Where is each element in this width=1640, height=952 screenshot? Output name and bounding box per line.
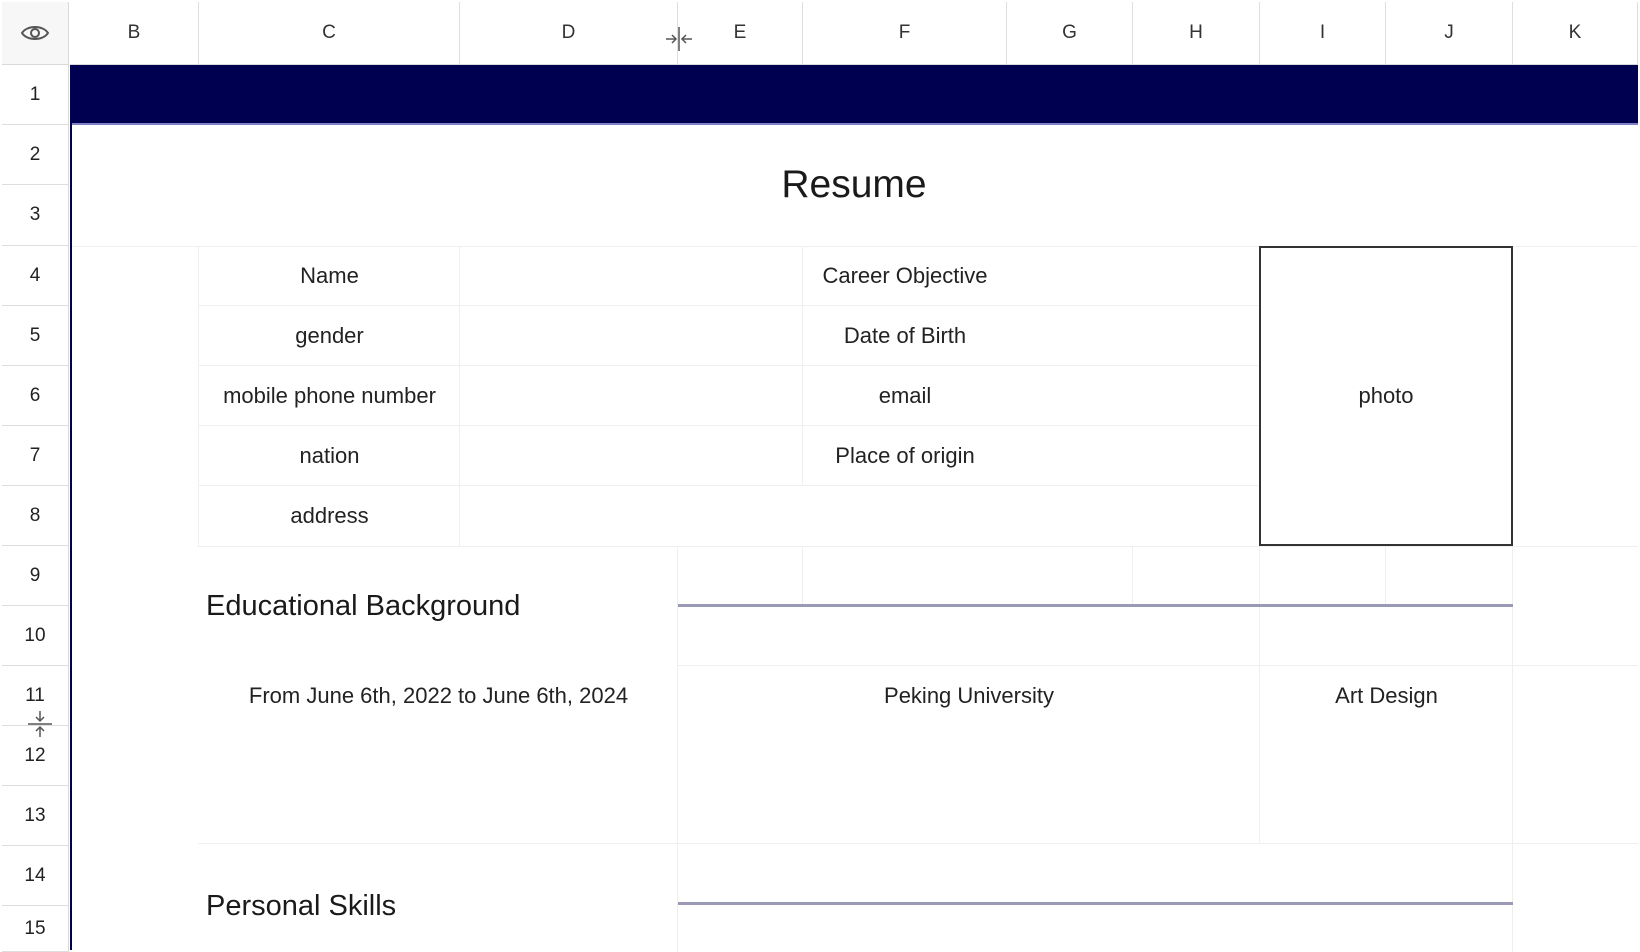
select-all-corner[interactable]: [2, 2, 69, 65]
mobile-label[interactable]: mobile phone number: [199, 366, 460, 426]
eye-icon[interactable]: [20, 23, 50, 43]
column-header-e[interactable]: E: [678, 2, 803, 65]
resume-title[interactable]: Resume: [70, 125, 1638, 245]
skills-divider: [678, 902, 1513, 905]
column-header-f[interactable]: F: [803, 2, 1007, 65]
column-resize-icon[interactable]: [664, 25, 694, 53]
email-label[interactable]: email: [803, 366, 1007, 426]
row-header-9[interactable]: 9: [2, 546, 69, 606]
spreadsheet: B C D E F G H I J K 1 2 3 4 5 6 7 8 9 10…: [0, 0, 1640, 952]
row-header-2[interactable]: 2: [2, 125, 69, 185]
education-school[interactable]: Peking University: [678, 666, 1260, 726]
row-header-5[interactable]: 5: [2, 306, 69, 366]
column-header-h[interactable]: H: [1133, 2, 1260, 65]
education-divider: [678, 604, 1513, 607]
row-header-4[interactable]: 4: [2, 246, 69, 306]
date-of-birth-label[interactable]: Date of Birth: [803, 306, 1007, 366]
row-header-15[interactable]: 15: [2, 906, 69, 952]
row-header-7[interactable]: 7: [2, 426, 69, 486]
photo-box[interactable]: photo: [1259, 246, 1513, 546]
career-objective-label[interactable]: Career Objective: [803, 246, 1007, 306]
education-major[interactable]: Art Design: [1260, 666, 1513, 726]
skills-heading[interactable]: Personal Skills: [206, 876, 676, 936]
row-header-3[interactable]: 3: [2, 185, 69, 246]
row-header-10[interactable]: 10: [2, 606, 69, 666]
column-header-d[interactable]: D: [460, 2, 678, 65]
place-of-origin-label[interactable]: Place of origin: [803, 426, 1007, 486]
name-label[interactable]: Name: [199, 246, 460, 306]
education-period[interactable]: From June 6th, 2022 to June 6th, 2024: [199, 666, 678, 726]
address-label[interactable]: address: [199, 486, 460, 546]
column-header-b[interactable]: B: [70, 2, 199, 65]
row-header-8[interactable]: 8: [2, 486, 69, 546]
column-header-i[interactable]: I: [1260, 2, 1386, 65]
header-banner[interactable]: [70, 65, 1638, 125]
column-header-k[interactable]: K: [1513, 2, 1638, 65]
gender-label[interactable]: gender: [199, 306, 460, 366]
column-header-c[interactable]: C: [199, 2, 460, 65]
nation-label[interactable]: nation: [199, 426, 460, 486]
row-header-6[interactable]: 6: [2, 366, 69, 426]
row-header-14[interactable]: 14: [2, 846, 69, 906]
education-heading[interactable]: Educational Background: [206, 576, 676, 636]
column-header-g[interactable]: G: [1007, 2, 1133, 65]
column-header-j[interactable]: J: [1386, 2, 1513, 65]
row-header-1[interactable]: 1: [2, 65, 69, 125]
row-resize-icon[interactable]: [26, 709, 54, 739]
row-header-13[interactable]: 13: [2, 786, 69, 846]
